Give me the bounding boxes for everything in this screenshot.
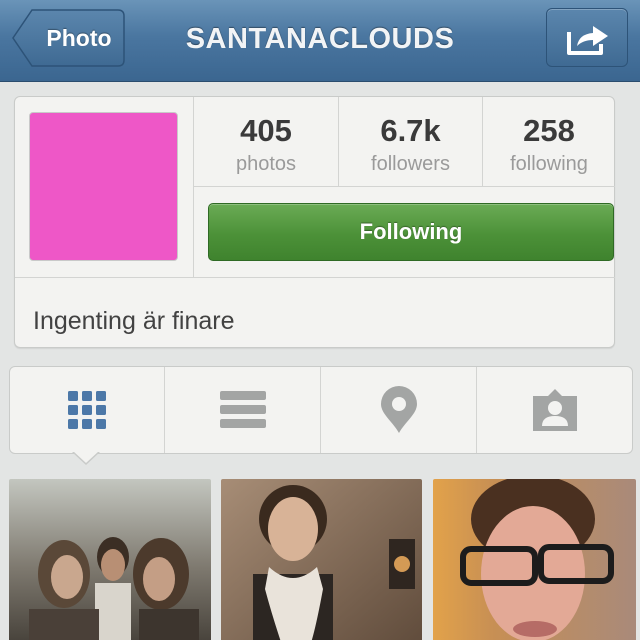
photo-thumbnail-1[interactable] bbox=[9, 479, 211, 640]
followers-label: followers bbox=[371, 153, 450, 175]
nav-bar: Photo SANTANACLOUDS bbox=[0, 0, 640, 82]
share-icon bbox=[567, 26, 608, 55]
photo-thumbnail-3[interactable] bbox=[433, 479, 636, 640]
location-pin-icon bbox=[380, 386, 417, 433]
back-button-label: Photo bbox=[46, 25, 112, 51]
back-button[interactable]: Photo bbox=[12, 9, 125, 67]
following-count: 258 bbox=[523, 113, 575, 148]
list-icon bbox=[219, 391, 266, 428]
photos-count: 405 bbox=[240, 113, 292, 148]
photo-thumbnail-2[interactable] bbox=[221, 479, 422, 640]
avatar[interactable] bbox=[29, 112, 178, 261]
page-title: SANTANACLOUDS bbox=[185, 23, 455, 55]
profile-card: 405 photos 6.7k followers 258 following … bbox=[14, 96, 615, 348]
grid-icon bbox=[68, 391, 106, 429]
following-button[interactable]: Following bbox=[208, 203, 614, 261]
photos-stat[interactable]: 405 photos bbox=[194, 97, 338, 187]
followers-count: 6.7k bbox=[380, 113, 441, 148]
following-label: following bbox=[510, 153, 588, 175]
selected-tab-pointer-fill bbox=[73, 451, 99, 463]
tab-grid-view[interactable] bbox=[10, 367, 164, 453]
share-button[interactable] bbox=[546, 8, 628, 67]
group-selfie-photo bbox=[9, 479, 211, 640]
divider bbox=[15, 277, 615, 278]
view-switcher bbox=[9, 366, 633, 454]
tab-tagged-view[interactable] bbox=[477, 367, 632, 453]
tab-list-view[interactable] bbox=[165, 367, 320, 453]
following-stat[interactable]: 258 following bbox=[483, 97, 615, 187]
photos-label: photos bbox=[235, 153, 297, 175]
tagged-person-icon bbox=[532, 389, 577, 431]
followers-stat[interactable]: 6.7k followers bbox=[339, 97, 482, 187]
boy-with-glasses-photo bbox=[433, 479, 636, 640]
bio-text: Ingenting är finare bbox=[33, 307, 235, 335]
tab-map-view[interactable] bbox=[321, 367, 476, 453]
boy-with-scarf-photo bbox=[221, 479, 422, 640]
